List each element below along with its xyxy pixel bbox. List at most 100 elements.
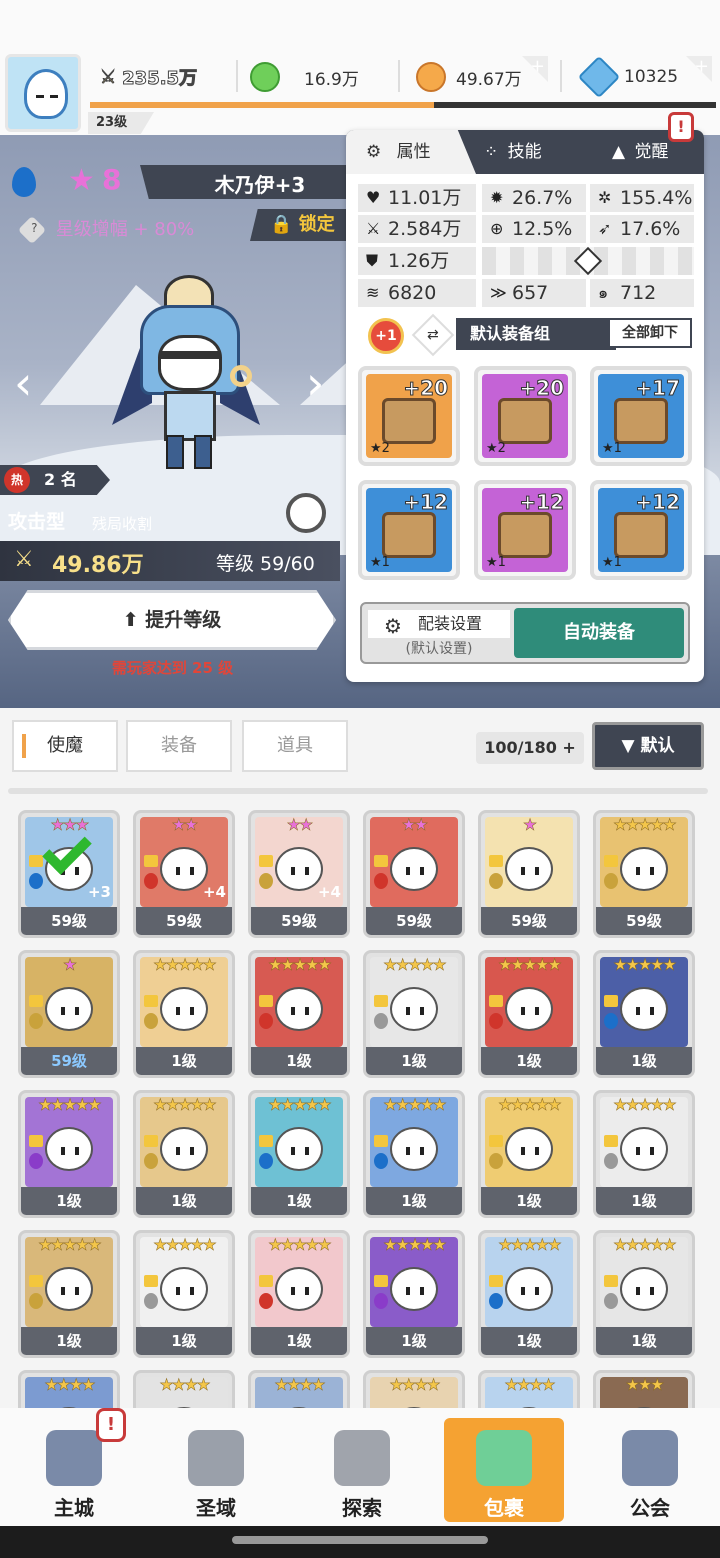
- inventory-capacity[interactable]: 100/180 +: [476, 732, 584, 764]
- prev-hero-arrow-icon[interactable]: ‹: [14, 353, 44, 413]
- element-icon: [374, 1293, 388, 1309]
- familiar-card[interactable]: ★★★★★ 1级: [593, 1090, 695, 1218]
- upgrade-level-button[interactable]: ⬆ 提升等级: [8, 590, 336, 650]
- lock-icon: [374, 1135, 388, 1147]
- familiar-card[interactable]: ★★★★★ 1级: [363, 1090, 465, 1218]
- familiar-card[interactable]: ★★★★★ 1级: [478, 950, 580, 1078]
- equipment-slot-sword[interactable]: +20 ★2: [358, 366, 460, 466]
- familiar-stars: ★★★: [625, 1375, 665, 1395]
- familiar-card[interactable]: ★★★★★ 1级: [133, 1090, 235, 1218]
- equipment-level: +12: [403, 490, 449, 515]
- familiar-card[interactable]: ★★ +4 59级: [133, 810, 235, 938]
- familiar-card[interactable]: ★★★★★ 1级: [18, 1230, 120, 1358]
- familiar-card[interactable]: ★★★★★ 59级: [593, 810, 695, 938]
- nav-vortex[interactable]: 圣域: [156, 1418, 276, 1522]
- sort-dropdown[interactable]: ▼ 默认: [592, 722, 704, 770]
- next-hero-arrow-icon[interactable]: ›: [306, 353, 336, 413]
- familiar-card[interactable]: ★★★★★ 1级: [593, 950, 695, 1078]
- panel-alert-icon[interactable]: !: [668, 112, 694, 142]
- equipment-slot-belt[interactable]: +12 ★1: [358, 480, 460, 580]
- familiar-face-icon: [390, 847, 438, 891]
- swap-set-icon[interactable]: ⇄: [411, 313, 455, 357]
- familiar-stars: ★★★★: [159, 1375, 211, 1395]
- familiar-card[interactable]: ★ 59级: [478, 810, 580, 938]
- familiar-card[interactable]: ★ 59级: [18, 950, 120, 1078]
- familiar-card[interactable]: ★★ 59级: [363, 810, 465, 938]
- familiar-card[interactable]: ★★★★★ 1级: [248, 1230, 350, 1358]
- familiar-face-icon: [620, 987, 668, 1031]
- guild-helmet-icon: [622, 1430, 678, 1486]
- auto-equip-button[interactable]: 自动装备: [514, 608, 684, 658]
- lock-button[interactable]: 🔒 锁定: [250, 209, 346, 241]
- familiar-card[interactable]: ★★★★★ 1级: [593, 1230, 695, 1358]
- tab-equipment[interactable]: 装备: [126, 720, 232, 772]
- equipment-slot-helmet[interactable]: +20 ★2: [474, 366, 576, 466]
- familiar-stars: ★★★★★: [268, 955, 332, 975]
- nav-guild-helmet[interactable]: 公会: [590, 1418, 710, 1522]
- equipment-slot-boots[interactable]: +12 ★1: [590, 480, 692, 580]
- familiar-level: 1级: [251, 1327, 347, 1355]
- familiar-card[interactable]: ★★★★★ 1级: [248, 1090, 350, 1218]
- tab-items[interactable]: 道具: [242, 720, 348, 772]
- familiar-face-icon: [45, 987, 93, 1031]
- familiar-card[interactable]: ★★★★★ 1级: [363, 1230, 465, 1358]
- add-gold-button[interactable]: +: [522, 56, 548, 82]
- player-avatar[interactable]: [5, 54, 81, 132]
- diamond-amount: 10325: [624, 67, 679, 87]
- familiar-card[interactable]: ★★★ +3 59级: [18, 810, 120, 938]
- divider: [560, 60, 562, 92]
- familiar-card[interactable]: ★★★★★ 1级: [248, 950, 350, 1078]
- star-amplify-row[interactable]: ? 星级增幅 + 80%: [17, 215, 194, 245]
- equipment-set-name[interactable]: 默认装备组: [456, 318, 616, 350]
- skills-icon: ⁘: [484, 142, 499, 162]
- familiar-level: 1级: [21, 1187, 117, 1215]
- familiar-card[interactable]: ★★★★★ 1级: [133, 1230, 235, 1358]
- resource-gold[interactable]: 49.67万 +: [416, 56, 548, 96]
- popularity-rank: 2 名: [44, 470, 77, 489]
- tab-familiars[interactable]: 使魔: [12, 720, 118, 772]
- familiar-card[interactable]: ★★★★★ 1级: [478, 1230, 580, 1358]
- familiar-stars: ★★: [286, 815, 313, 835]
- view-3d-button[interactable]: [286, 493, 326, 533]
- tab-attributes[interactable]: ⚙ 属性: [346, 130, 476, 174]
- familiar-card[interactable]: ★★★★★ 1级: [18, 1090, 120, 1218]
- familiar-stars: ★★★★★: [498, 955, 562, 975]
- resource-diamond[interactable]: 10325 +: [577, 55, 712, 99]
- familiar-face-icon: [620, 847, 668, 891]
- nav-sword-stone[interactable]: 探索: [302, 1418, 422, 1522]
- loadout-settings-button[interactable]: ⚙ 配装设置: [368, 610, 510, 638]
- equipment-level: +20: [519, 376, 565, 401]
- player-level: 23级: [88, 112, 154, 134]
- green-gem-icon: [250, 62, 280, 92]
- equipment-slot-armor[interactable]: +17 ★1: [590, 366, 692, 466]
- equipment-level: +20: [403, 376, 449, 401]
- necklace-icon: [498, 512, 552, 558]
- burst-icon: ✹: [490, 188, 504, 207]
- familiar-card[interactable]: ★★★★★ 1级: [478, 1090, 580, 1218]
- dodge-icon: ≫: [490, 283, 507, 302]
- familiar-stars: ★★★★★: [153, 1235, 217, 1255]
- familiar-card[interactable]: ★★ +4 59级: [248, 810, 350, 938]
- loadout-settings-sub: (默认设置): [405, 641, 473, 657]
- set-bonus-badge[interactable]: +1: [368, 318, 404, 354]
- unequip-all-button[interactable]: 全部卸下: [608, 318, 692, 348]
- nav-bag-slime[interactable]: 包裹: [444, 1418, 564, 1522]
- hero-character-sprite[interactable]: [112, 275, 270, 485]
- tab-skills[interactable]: ⁘ 技能: [484, 130, 584, 174]
- element-icon: [604, 1013, 618, 1029]
- home-indicator[interactable]: [232, 1536, 488, 1544]
- vortex-icon: [188, 1430, 244, 1486]
- resource-green-gem[interactable]: 16.9万: [250, 58, 359, 96]
- familiar-card[interactable]: ★★★★★ 1级: [363, 950, 465, 1078]
- familiar-level: 1级: [481, 1187, 577, 1215]
- equipment-slot-necklace[interactable]: +12 ★1: [474, 480, 576, 580]
- lock-icon: [374, 995, 388, 1007]
- swirl-icon: ๑: [598, 283, 609, 302]
- familiar-card[interactable]: ★★★★★ 1级: [133, 950, 235, 1078]
- expand-capacity-icon[interactable]: +: [562, 738, 575, 757]
- familiar-stars: ★★★★★: [38, 1095, 102, 1115]
- add-diamond-button[interactable]: +: [686, 56, 712, 82]
- question-icon[interactable]: ?: [17, 215, 47, 245]
- nav-alert-icon[interactable]: !: [96, 1408, 126, 1442]
- upgrade-level-label: 提升等级: [145, 609, 222, 631]
